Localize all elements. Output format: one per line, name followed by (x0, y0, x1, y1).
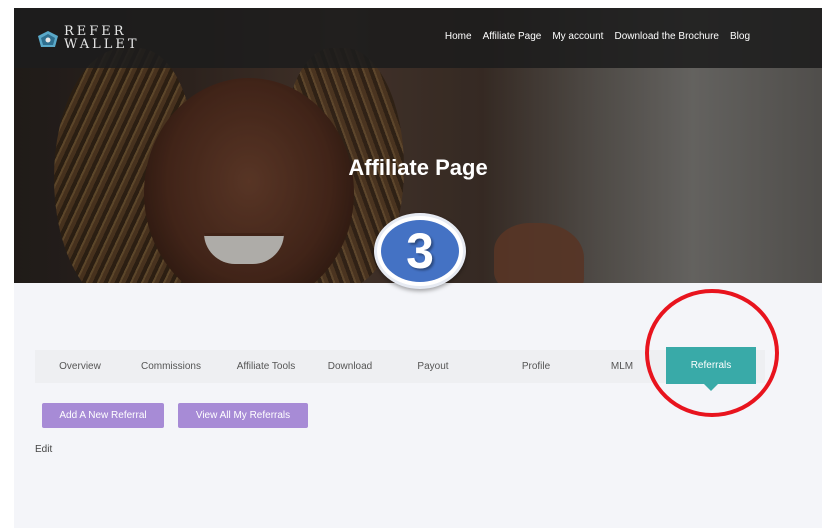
step-number-badge: 3 (374, 213, 466, 289)
nav-my-account[interactable]: My account (552, 31, 603, 42)
nav-download-brochure[interactable]: Download the Brochure (614, 31, 719, 42)
page-title: Affiliate Page (348, 155, 488, 180)
tab-profile[interactable]: Profile (513, 350, 559, 383)
view-all-referrals-button[interactable]: View All My Referrals (178, 403, 308, 428)
tab-payout[interactable]: Payout (407, 350, 459, 383)
wallet-logo-icon (38, 31, 58, 47)
top-navbar: REFER WALLET Home Affiliate Page My acco… (14, 8, 822, 68)
nav-home[interactable]: Home (445, 31, 472, 42)
tab-mlm[interactable]: MLM (605, 350, 639, 383)
step-number: 3 (381, 220, 459, 282)
nav-blog[interactable]: Blog (730, 31, 750, 42)
tab-download[interactable]: Download (319, 350, 381, 383)
edit-link[interactable]: Edit (35, 444, 52, 455)
nav-affiliate-page[interactable]: Affiliate Page (483, 31, 542, 42)
tab-overview[interactable]: Overview (45, 350, 115, 383)
logo-line-2: WALLET (64, 37, 140, 52)
tab-commissions[interactable]: Commissions (133, 350, 209, 383)
affiliate-tabs: Overview Commissions Affiliate Tools Dow… (35, 347, 765, 391)
tab-affiliate-tools[interactable]: Affiliate Tools (225, 350, 307, 383)
tab-referrals[interactable]: Referrals (666, 347, 756, 391)
logo[interactable]: REFER WALLET (36, 25, 156, 58)
active-tab-pointer (704, 384, 718, 391)
main-nav: Home Affiliate Page My account Download … (445, 31, 750, 42)
tab-referrals-label: Referrals (690, 360, 732, 371)
logo-text: REFER WALLET (64, 25, 140, 51)
add-new-referral-button[interactable]: Add A New Referral (42, 403, 164, 428)
